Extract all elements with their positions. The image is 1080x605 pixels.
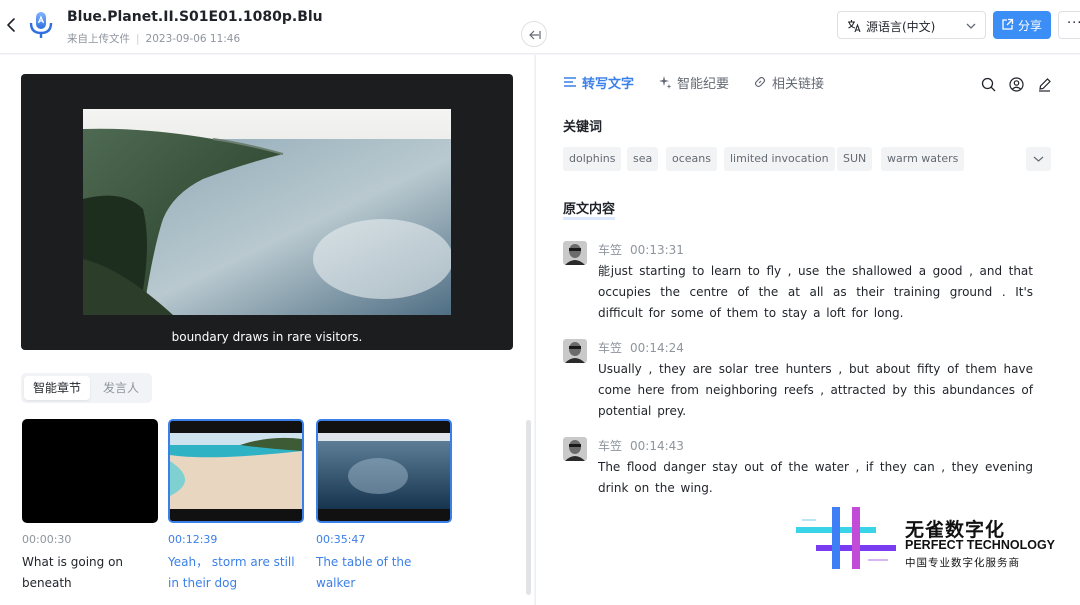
speaker-name: 车笠 xyxy=(598,243,623,257)
sparkle-icon xyxy=(659,76,672,89)
chapter-card[interactable]: 00:12:39 Yeah， storm are still in their … xyxy=(168,419,304,594)
share-button-label: 分享 xyxy=(1018,19,1043,33)
keyword-tag[interactable]: sea xyxy=(627,147,659,171)
tab-chapters[interactable]: 智能章节 xyxy=(24,376,90,400)
collapse-left-icon xyxy=(529,30,541,40)
chapter-thumbnail xyxy=(316,419,452,523)
list-icon xyxy=(564,77,576,87)
tab-related-links-label: 相关链接 xyxy=(772,77,825,92)
edit-icon[interactable] xyxy=(1037,77,1052,92)
speaker-line: 车笠 00:14:24 xyxy=(598,339,684,356)
left-panel: boundary draws in rare visitors. 智能章节 发言… xyxy=(0,55,534,605)
entry-time[interactable]: 00:14:43 xyxy=(630,439,684,453)
collapse-panel-button[interactable] xyxy=(521,21,547,47)
meta-separator: | xyxy=(136,33,140,45)
keyword-tag[interactable]: oceans xyxy=(666,147,717,171)
share-icon xyxy=(1002,18,1014,30)
keyword-tag[interactable]: warm waters xyxy=(881,147,965,171)
chapter-card[interactable]: 00:00:30 What is going on beneath xyxy=(22,419,158,594)
chapter-card[interactable]: 00:35:47 The table of the walker xyxy=(316,419,452,594)
avatar-image xyxy=(563,241,587,265)
tab-transcript-label: 转写文字 xyxy=(582,77,635,92)
tab-related-links[interactable]: 相关链接 xyxy=(753,73,824,92)
chapter-title: What is going on beneath xyxy=(22,555,124,590)
speaker-line: 车笠 00:13:31 xyxy=(598,241,684,258)
chapter-scrollbar[interactable] xyxy=(526,420,531,595)
more-icon: ··· xyxy=(1067,16,1080,31)
keyword-tag[interactable]: SUN xyxy=(837,147,873,171)
tab-smart-summary-label: 智能纪要 xyxy=(677,77,730,92)
translate-icon xyxy=(848,20,861,33)
chevron-down-icon xyxy=(966,23,976,29)
language-select[interactable]: 源语言(中文) xyxy=(837,11,986,39)
chapter-time: 00:35:47 xyxy=(316,533,366,546)
user-icon[interactable] xyxy=(1009,77,1024,92)
keyword-tag[interactable]: limited invocation xyxy=(724,147,835,171)
chapter-thumbnail xyxy=(168,419,304,523)
avatar-image xyxy=(563,437,587,461)
watermark-tagline: 中国专业数字化服务商 xyxy=(905,557,1020,569)
back-arrow-icon[interactable] xyxy=(4,14,18,36)
tab-transcript[interactable]: 转写文字 xyxy=(563,73,634,92)
entry-time[interactable]: 00:14:24 xyxy=(630,341,684,355)
speaker-name: 车笠 xyxy=(598,341,623,355)
keywords-title: 关键词 xyxy=(563,120,603,135)
keywords-expand-button[interactable] xyxy=(1026,147,1051,171)
left-tab-group: 智能章节 发言人 xyxy=(21,373,152,403)
entry-text: Usually , they are solar tree hunters , … xyxy=(598,362,1033,418)
link-icon xyxy=(754,76,766,88)
more-button[interactable]: ··· xyxy=(1058,11,1080,39)
avatar-image xyxy=(563,339,587,363)
avatar xyxy=(563,241,587,265)
keyword-tag[interactable]: dolphins xyxy=(563,147,622,171)
entry-text: The flood danger stay out of the water ,… xyxy=(598,460,1033,495)
search-icon[interactable] xyxy=(981,77,996,92)
avatar xyxy=(563,437,587,461)
beach-image xyxy=(170,421,302,521)
speaker-name: 车笠 xyxy=(598,439,623,453)
chapter-thumbnail xyxy=(22,419,158,523)
video-frame xyxy=(83,109,451,315)
language-select-label: 源语言(中文) xyxy=(866,20,936,34)
tab-speakers[interactable]: 发言人 xyxy=(93,376,149,400)
transcript-title: 原文内容 xyxy=(563,198,616,220)
file-date: 2023-09-06 11:46 xyxy=(145,33,241,45)
chapter-title: The table of the walker xyxy=(316,555,412,590)
entry-time[interactable]: 00:13:31 xyxy=(630,243,684,257)
video-player[interactable]: boundary draws in rare visitors. xyxy=(21,74,513,350)
tab-smart-summary[interactable]: 智能纪要 xyxy=(658,73,729,92)
chapter-title: Yeah， storm are still in their dog xyxy=(168,555,295,590)
app-logo-icon xyxy=(29,12,53,38)
file-title: Blue.Planet.II.S01E01.1080p.Blu xyxy=(67,9,323,25)
watermark-logo: 无雀数字化 PERFECT TECHNOLOGY 中国专业数字化服务商 xyxy=(796,505,1066,575)
avatar xyxy=(563,339,587,363)
file-source: 来自上传文件 xyxy=(67,33,130,45)
entry-text: 能just starting to learn to fly , use the… xyxy=(598,264,1033,320)
ocean-image xyxy=(318,421,450,521)
share-button[interactable]: 分享 xyxy=(993,11,1051,39)
chevron-down-icon xyxy=(1033,156,1044,162)
video-subtitle: boundary draws in rare visitors. xyxy=(171,330,363,344)
chapter-time: 00:12:39 xyxy=(168,533,218,546)
watermark-brand-en: PERFECT TECHNOLOGY xyxy=(905,538,1056,552)
hash-logo-icon xyxy=(796,507,896,569)
file-meta: 来自上传文件 | 2023-09-06 11:46 xyxy=(67,31,240,46)
chapter-time: 00:00:30 xyxy=(22,533,72,546)
speaker-line: 车笠 00:14:43 xyxy=(598,437,684,454)
